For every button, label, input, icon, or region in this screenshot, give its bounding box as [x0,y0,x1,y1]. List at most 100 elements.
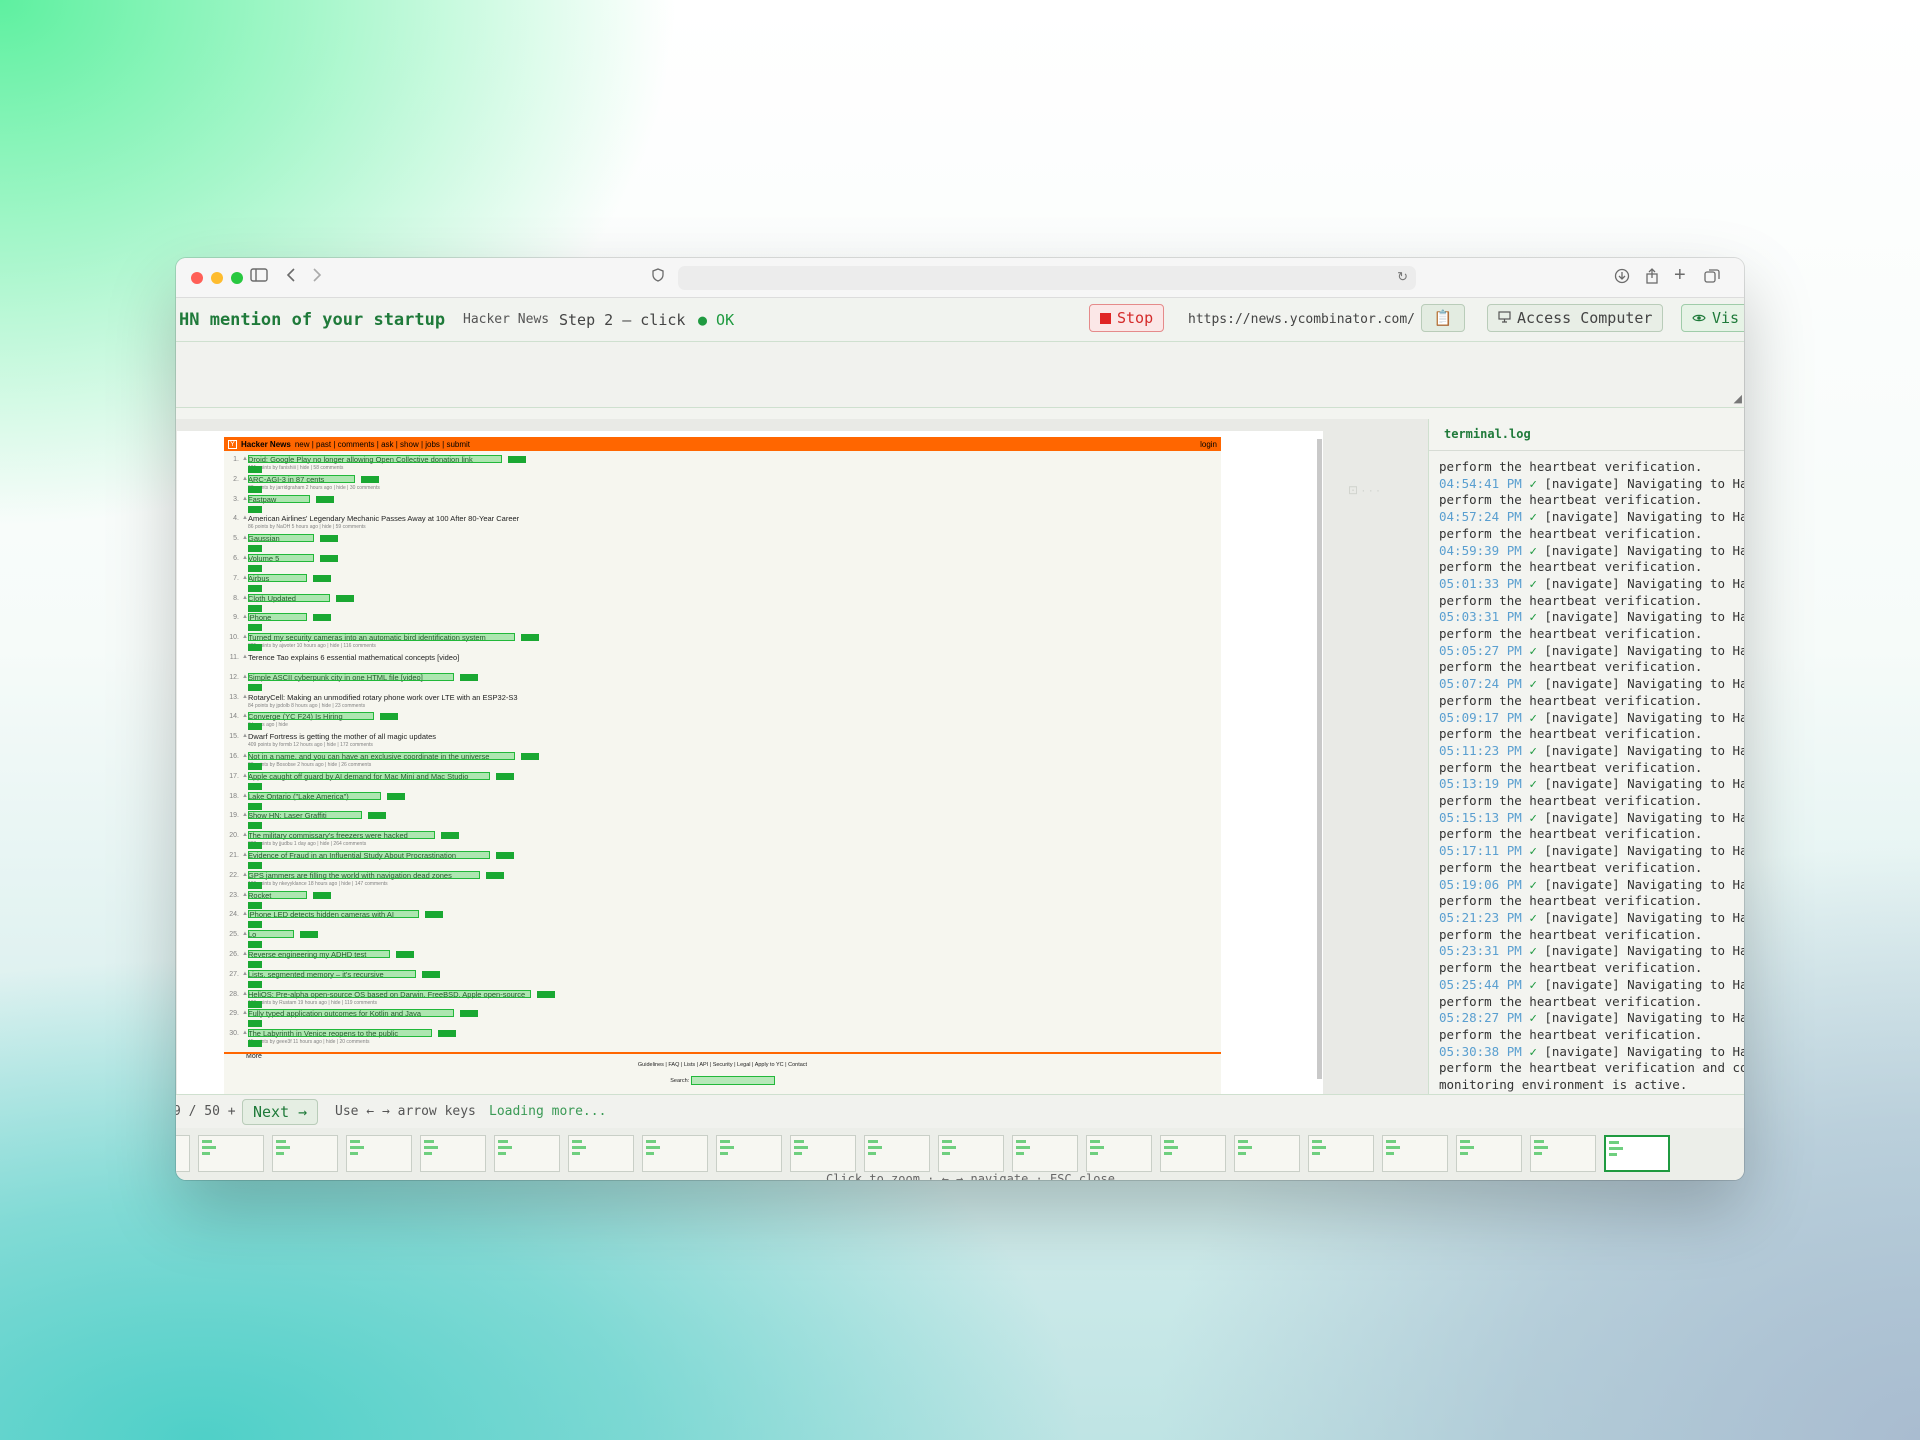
minimize-window-button[interactable] [211,272,223,284]
hn-story-row: 23. ▲ Rocket [228,890,1221,911]
step-thumbnail[interactable] [568,1135,634,1172]
log-timestamp: 05:28:27 PM [1439,1010,1522,1026]
viewer-scrollbar[interactable] [1317,439,1322,1079]
element-index-tag [335,594,354,602]
stop-button[interactable]: Stop [1089,304,1165,332]
thumbnail-mark [1460,1140,1470,1143]
share-icon[interactable] [1645,268,1659,290]
forward-icon[interactable] [312,268,322,288]
checkmark-icon: ✓ [1521,709,1545,725]
address-bar[interactable]: ↻ [678,266,1416,290]
hn-story-rank: 3. [233,495,239,503]
element-highlight-box [248,751,516,760]
element-highlight-box [248,831,436,840]
hn-story-row: 8. ▲ Cloth Updated [228,593,1221,614]
log-line: 05:07:24 PM ✓ [navigate] Navigating to H… [1439,676,1744,693]
element-index-tag [248,1000,262,1008]
element-index-tag [486,871,504,879]
log-text: [navigate] Navigating to Hac [1544,609,1744,625]
step-thumbnail[interactable] [864,1135,930,1172]
step-thumbnail[interactable] [790,1135,856,1172]
thumbnail-mark [1238,1140,1248,1143]
hn-story-title[interactable]: American Airlines' Legendary Mechanic Pa… [248,514,519,523]
close-window-button[interactable] [191,272,203,284]
hn-nav-links: new | past | comments | ask | show | job… [294,439,471,449]
thumbnail-mark [1609,1153,1617,1156]
reload-icon[interactable]: ↻ [1397,269,1408,285]
step-thumbnail[interactable] [272,1135,338,1172]
thumbnail-mark [1312,1140,1322,1143]
log-text: perform the heartbeat verification. [1439,960,1703,976]
screenshot-viewer: Y Hacker News new | past | comments | as… [176,419,1428,1094]
thumbnail-mark [942,1146,956,1149]
thumbnail-mark [1534,1146,1548,1149]
step-thumbnail[interactable] [176,1135,190,1172]
log-line: perform the heartbeat verification. [1439,826,1744,843]
step-thumbnail[interactable] [1308,1135,1374,1172]
back-icon[interactable] [286,268,296,288]
step-thumbnail[interactable] [346,1135,412,1172]
step-thumbnail[interactable] [642,1135,708,1172]
hn-story-rank: 18. [229,792,239,800]
element-highlight-box [248,949,391,958]
element-highlight-box [248,850,490,859]
step-thumbnail[interactable] [1530,1135,1596,1172]
log-text: perform the heartbeat verification. [1439,626,1703,642]
hn-story-rank: 6. [233,554,239,562]
clipboard-button[interactable]: 📋 [1421,304,1465,332]
sidebar-icon[interactable] [250,268,268,288]
thumbnail-mark [646,1152,654,1155]
screenshot-frame[interactable]: Y Hacker News new | past | comments | as… [177,431,1323,1094]
log-timestamp: 05:15:13 PM [1439,809,1522,825]
hn-story-row: 1. ▲ Droid: Google Play no longer allowing… [228,455,1221,475]
log-text: [navigate] Navigating to Hac [1544,809,1744,825]
log-timestamp: 04:54:41 PM [1439,475,1522,491]
step-thumbnail[interactable] [1086,1135,1152,1172]
step-thumbnail[interactable] [1456,1135,1522,1172]
step-thumbnail[interactable] [494,1135,560,1172]
step-thumbnail[interactable] [1234,1135,1300,1172]
checkmark-icon: ✓ [1521,509,1545,525]
checkmark-icon: ✓ [1521,876,1545,892]
step-thumbnail[interactable] [938,1135,1004,1172]
step-thumbnail[interactable] [1382,1135,1448,1172]
keyboard-hint: Use ← → arrow keys [335,1104,476,1119]
log-line: 05:23:31 PM ✓ [navigate] Navigating to H… [1439,943,1744,960]
element-highlight-box [248,1029,432,1038]
resize-handle-icon[interactable]: ◢ [1734,392,1742,405]
stop-icon [1100,312,1111,324]
thumbnail-mark [572,1146,586,1149]
step-thumbnail[interactable] [1604,1135,1670,1172]
step-thumbnail[interactable] [198,1135,264,1172]
tabs-icon[interactable] [1704,268,1720,290]
instruction-input[interactable]: ◢ [176,342,1744,408]
hn-story-list: 1. ▲ Droid: Google Play no longer allowing… [224,451,1221,1049]
checkmark-icon: ✓ [1521,475,1545,491]
hn-story-title[interactable]: RotaryCell: Making an unmodified rotary … [248,693,518,702]
step-thumbnail[interactable] [1012,1135,1078,1172]
element-highlight-box [248,494,311,503]
step-thumbnail[interactable] [1160,1135,1226,1172]
hn-story-subtext: 83 points by jarridgraham 2 hours ago | … [248,484,380,491]
step-label: Step 2 — click [559,310,686,329]
hn-story-title[interactable]: Terence Tao explains 6 essential mathema… [248,653,459,662]
element-index-tag [248,683,262,691]
download-icon[interactable] [1614,268,1630,290]
hn-story-rank: 26. [229,950,239,958]
hn-story-title[interactable]: Dwarf Fortress is getting the mother of … [248,732,436,741]
log-text: [navigate] Navigating to Hac [1544,642,1744,658]
hn-story-row: 14. ▲ Converge (YC F24) Is Hiring 6 hours a… [228,712,1221,732]
step-thumbnail[interactable] [716,1135,782,1172]
log-line: 05:30:38 PM ✓ [navigate] Navigating to H… [1439,1044,1744,1061]
access-computer-button[interactable]: Access Computer [1487,304,1664,332]
log-text: perform the heartbeat verification. [1439,926,1703,942]
new-tab-icon[interactable]: + [1674,265,1686,285]
zoom-window-button[interactable] [231,272,243,284]
step-thumbnail[interactable] [420,1135,486,1172]
thumbnail-mark [868,1146,882,1149]
hn-story-rank: 5. [233,535,239,543]
next-button[interactable]: Next → [242,1099,319,1125]
visibility-button[interactable]: Vis [1681,304,1744,332]
hn-story-rank: 8. [233,594,239,602]
element-highlight-box [248,870,480,879]
